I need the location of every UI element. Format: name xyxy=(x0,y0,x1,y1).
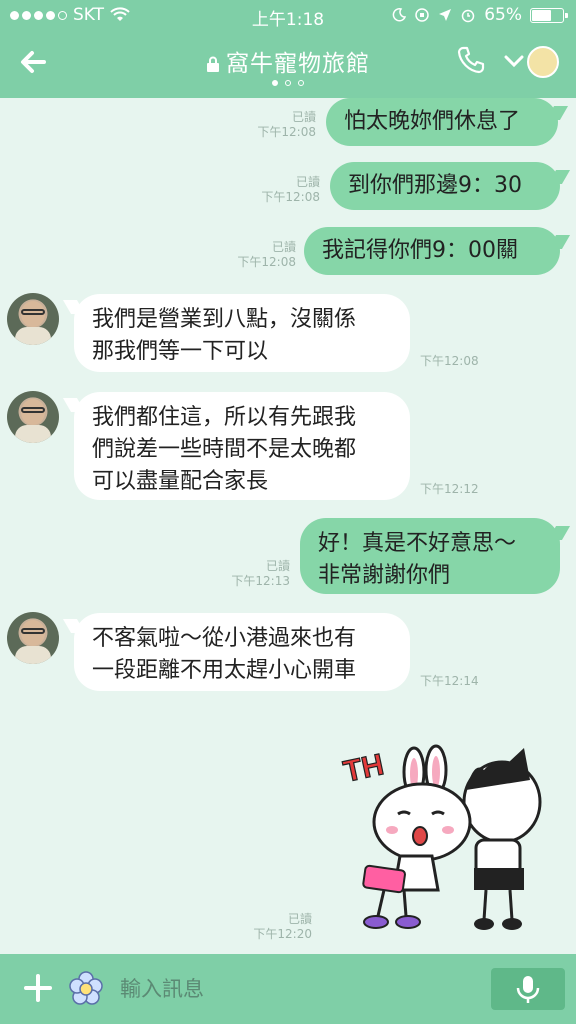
outgoing-message[interactable]: 好！真是不好意思～ 非常謝謝你們 xyxy=(300,518,560,594)
message-text: 怕太晚妳們休息了 xyxy=(344,109,521,134)
microphone-button[interactable] xyxy=(491,968,565,1010)
incoming-message[interactable]: 不客氣啦～從小港過來也有 一段距離不用太趕小心開車 xyxy=(74,613,410,691)
message-meta: 已讀 下午12:08 xyxy=(216,240,296,270)
incoming-message[interactable]: 我們是營業到八點，沒關係 那我們等一下可以 xyxy=(74,294,410,372)
read-receipt: 已讀 xyxy=(295,175,320,189)
location-icon xyxy=(439,9,452,21)
message-line: 好！真是不好意思～ xyxy=(318,531,517,556)
chat-header: SKT 上午1:18 65% 窩牛寵物旅館 xyxy=(0,0,576,98)
bunny-cat-sticker[interactable]: TH xyxy=(334,740,546,940)
message-line: 一段距離不用太趕小心開車 xyxy=(92,658,357,683)
contact-avatar[interactable] xyxy=(7,293,59,345)
message-time: 下午12:08 xyxy=(420,354,479,368)
incoming-message[interactable]: 我們都住這，所以有先跟我 們說差一些時間不是太晚都 可以盡量配合家長 xyxy=(74,392,410,500)
alarm-icon xyxy=(461,9,475,23)
contact-avatar[interactable] xyxy=(7,391,59,443)
message-time: 下午12:08 xyxy=(261,190,320,204)
chat-menu-thumbnail[interactable] xyxy=(527,46,559,78)
message-line: 我們都住這，所以有先跟我 xyxy=(92,405,357,430)
message-text: 我記得你們9：00關 xyxy=(322,238,518,263)
message-time: 下午12:13 xyxy=(231,574,290,588)
message-line: 我們是營業到八點，沒關係 xyxy=(92,307,357,332)
outgoing-message[interactable]: 怕太晚妳們休息了 xyxy=(326,98,558,146)
battery-percent: 65% xyxy=(484,5,522,25)
message-line: 不客氣啦～從小港過來也有 xyxy=(92,626,357,651)
message-line: 那我們等一下可以 xyxy=(92,339,269,364)
moon-icon xyxy=(392,8,407,22)
message-time: 下午12:08 xyxy=(237,255,296,269)
read-receipt: 已讀 xyxy=(287,912,312,926)
message-line: 們說差一些時間不是太晚都 xyxy=(92,437,357,462)
chat-title[interactable]: 窩牛寵物旅館 xyxy=(0,44,576,78)
read-receipt: 已讀 xyxy=(265,559,290,573)
plus-icon[interactable] xyxy=(20,970,56,1006)
message-time: 下午12:14 xyxy=(420,674,479,688)
flower-emoji-icon[interactable] xyxy=(68,970,104,1006)
message-text: 到你們那邊9：30 xyxy=(348,173,522,198)
sticker-text: TH xyxy=(341,748,387,789)
chevron-down-icon[interactable] xyxy=(503,52,525,70)
message-meta: 已讀 下午12:08 xyxy=(240,175,320,205)
message-time: 下午12:20 xyxy=(253,927,312,941)
read-receipt: 已讀 xyxy=(271,240,296,254)
microphone-icon xyxy=(516,976,540,1003)
message-input-bar: 輸入訊息 xyxy=(0,954,576,1024)
lock-icon xyxy=(207,56,219,72)
outgoing-message[interactable]: 我記得你們9：00關 xyxy=(304,227,560,275)
orientation-lock-icon xyxy=(415,8,429,22)
phone-icon[interactable] xyxy=(455,44,487,76)
message-meta: 已讀 下午12:20 xyxy=(232,912,312,942)
message-line: 可以盡量配合家長 xyxy=(92,469,269,494)
message-time: 下午12:08 xyxy=(257,125,316,139)
chat-title-text: 窩牛寵物旅館 xyxy=(226,51,370,77)
message-meta: 已讀 下午12:13 xyxy=(210,559,290,589)
message-time: 下午12:12 xyxy=(420,482,479,496)
contact-avatar[interactable] xyxy=(7,612,59,664)
status-bar: SKT 上午1:18 65% xyxy=(0,0,576,32)
message-meta: 已讀 下午12:08 xyxy=(236,110,316,140)
message-line: 非常謝謝你們 xyxy=(318,563,451,588)
page-indicator xyxy=(0,80,576,86)
read-receipt: 已讀 xyxy=(291,110,316,124)
outgoing-message[interactable]: 到你們那邊9：30 xyxy=(330,162,560,210)
message-input[interactable]: 輸入訊息 xyxy=(120,972,460,1006)
battery-icon xyxy=(530,7,568,23)
